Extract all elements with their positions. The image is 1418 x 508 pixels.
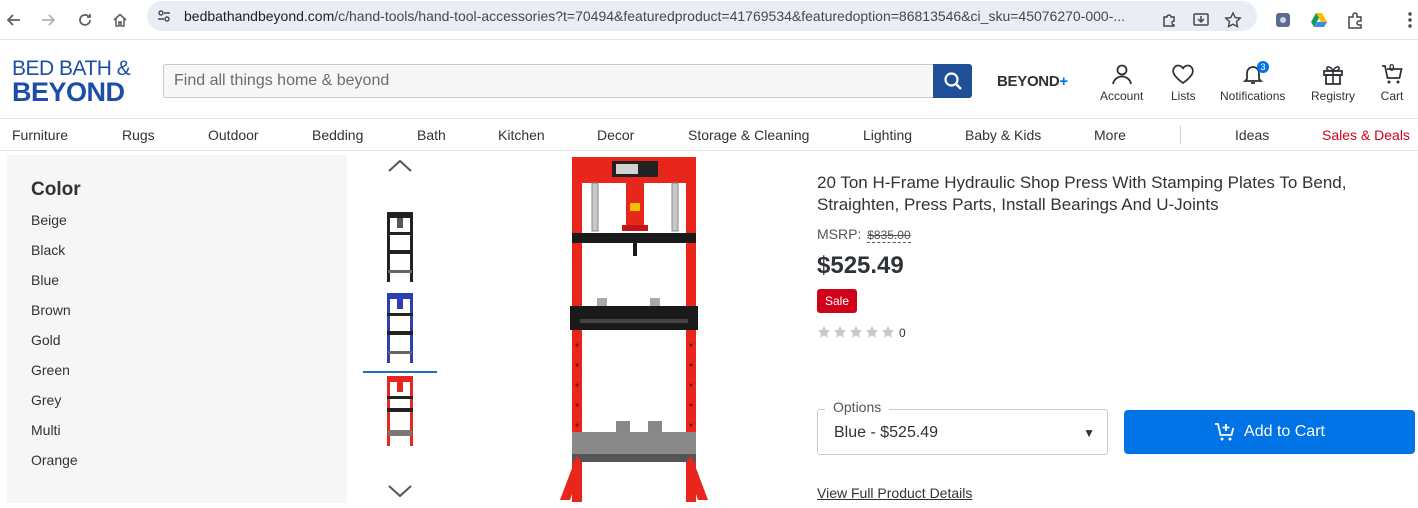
nav-item-lighting[interactable]: Lighting — [863, 127, 912, 143]
star-rating[interactable] — [817, 325, 895, 339]
bookmark-star-icon[interactable] — [1219, 6, 1247, 34]
browser-toolbar: bedbathandbeyond.com/c/hand-tools/hand-t… — [0, 0, 1418, 40]
url-text: bedbathandbeyond.com/c/hand-tools/hand-t… — [184, 8, 1126, 24]
back-icon[interactable] — [0, 6, 28, 34]
sale-badge: Sale — [817, 289, 857, 313]
star-icon — [849, 325, 863, 338]
product-price: $525.49 — [817, 252, 904, 279]
color-option-brown[interactable]: Brown — [31, 302, 71, 318]
options-label: Options — [825, 399, 890, 415]
account-link[interactable]: Account — [1100, 62, 1143, 103]
install-app-icon[interactable] — [1187, 6, 1215, 34]
site-logo[interactable]: BED BATH & BEYOND — [12, 58, 136, 106]
color-option-grey[interactable]: Grey — [31, 392, 61, 408]
star-icon — [865, 325, 879, 338]
msrp-text: MSRP: $835.00 — [817, 226, 911, 243]
nav-item-kitchen[interactable]: Kitchen — [498, 127, 545, 143]
search-icon — [943, 72, 962, 90]
site-settings-icon[interactable] — [156, 8, 172, 29]
registry-link[interactable]: Registry — [1311, 62, 1355, 103]
star-icon — [881, 325, 895, 338]
color-option-black[interactable]: Black — [31, 242, 65, 258]
thumbnail-scroll-down-icon[interactable] — [387, 483, 413, 504]
color-option-orange[interactable]: Orange — [31, 452, 78, 468]
cart-label: Cart — [1380, 89, 1404, 103]
heart-icon — [1172, 64, 1195, 85]
nav-item-storage-cleaning[interactable]: Storage & Cleaning — [688, 127, 809, 143]
color-option-beige[interactable]: Beige — [31, 212, 67, 228]
thumbnail-blue-press[interactable] — [383, 291, 417, 365]
nav-item-bath[interactable]: Bath — [417, 127, 446, 143]
logo-line-2: BEYOND — [12, 77, 125, 107]
add-to-cart-button[interactable]: Add to Cart — [1124, 410, 1415, 454]
star-icon — [817, 325, 831, 338]
chevron-down-icon: ▼ — [1083, 426, 1095, 440]
extension-puzzle-icon[interactable] — [1155, 6, 1183, 34]
beyond-plus-link[interactable]: BEYOND+ — [997, 73, 1068, 90]
extension-icon[interactable] — [1269, 6, 1297, 34]
msrp-value[interactable]: $835.00 — [867, 228, 911, 243]
forward-icon[interactable] — [34, 6, 62, 34]
lists-label: Lists — [1171, 89, 1196, 103]
thumbnail-scroll-up-icon[interactable] — [387, 158, 413, 179]
reload-icon[interactable] — [71, 6, 99, 34]
address-bar[interactable]: bedbathandbeyond.com/c/hand-tools/hand-t… — [147, 1, 1257, 31]
msrp-label: MSRP: — [817, 226, 862, 242]
lists-link[interactable]: Lists — [1171, 62, 1196, 103]
account-label: Account — [1100, 89, 1144, 103]
product-title: 20 Ton H-Frame Hydraulic Shop Press With… — [817, 173, 1347, 214]
product-main-image[interactable] — [540, 155, 720, 503]
color-filter-title: Color — [31, 179, 81, 200]
google-drive-icon[interactable] — [1305, 6, 1333, 34]
home-icon[interactable] — [106, 6, 134, 34]
add-to-cart-icon — [1215, 423, 1235, 441]
search-button[interactable] — [933, 64, 972, 98]
cart-count-badge: 0 — [1389, 63, 1395, 74]
view-full-details-link[interactable]: View Full Product Details — [817, 485, 972, 501]
search-input[interactable] — [163, 64, 934, 98]
beyond-label: BEYOND — [997, 73, 1060, 90]
nav-item-more[interactable]: More — [1094, 127, 1126, 143]
beyond-plus-sign: + — [1059, 73, 1068, 90]
account-icon — [1111, 64, 1132, 85]
color-option-multi[interactable]: Multi — [31, 422, 61, 438]
nav-divider — [1180, 126, 1181, 144]
nav-item-decor[interactable]: Decor — [597, 127, 634, 143]
nav-item-ideas[interactable]: Ideas — [1235, 127, 1269, 143]
nav-item-outdoor[interactable]: Outdoor — [208, 127, 259, 143]
thumbnail-black-press[interactable] — [383, 210, 417, 284]
star-icon — [833, 325, 847, 338]
extensions-menu-icon[interactable] — [1341, 6, 1369, 34]
nav-item-baby-kids[interactable]: Baby & Kids — [965, 127, 1041, 143]
notifications-label: Notifications — [1220, 89, 1286, 103]
gift-icon — [1323, 66, 1343, 85]
nav-item-furniture[interactable]: Furniture — [12, 127, 68, 143]
color-option-blue[interactable]: Blue — [31, 272, 59, 288]
options-selected-value: Blue - $525.49 — [834, 424, 939, 441]
logo-line-1: BED BATH & — [12, 57, 131, 80]
notifications-badge: 3 — [1257, 61, 1269, 73]
category-nav: Furniture Rugs Outdoor Bedding Bath Kitc… — [0, 118, 1418, 151]
color-option-gold[interactable]: Gold — [31, 332, 61, 348]
filter-sidebar: Color Beige Black Blue Brown Gold Green … — [7, 155, 347, 503]
nav-item-bedding[interactable]: Bedding — [312, 127, 363, 143]
browser-menu-icon[interactable] — [1396, 6, 1418, 34]
options-select[interactable]: Blue - $525.49 ▼ — [817, 409, 1108, 455]
nav-item-sales-deals[interactable]: Sales & Deals — [1322, 127, 1410, 143]
add-to-cart-label: Add to Cart — [1244, 423, 1325, 440]
registry-label: Registry — [1311, 89, 1356, 103]
color-option-green[interactable]: Green — [31, 362, 70, 378]
nav-item-rugs[interactable]: Rugs — [122, 127, 155, 143]
rating-count: 0 — [899, 326, 906, 340]
thumbnail-red-press[interactable] — [383, 374, 417, 448]
thumbnail-selected-indicator — [363, 371, 437, 373]
notifications-link[interactable]: Notifications — [1220, 62, 1285, 103]
